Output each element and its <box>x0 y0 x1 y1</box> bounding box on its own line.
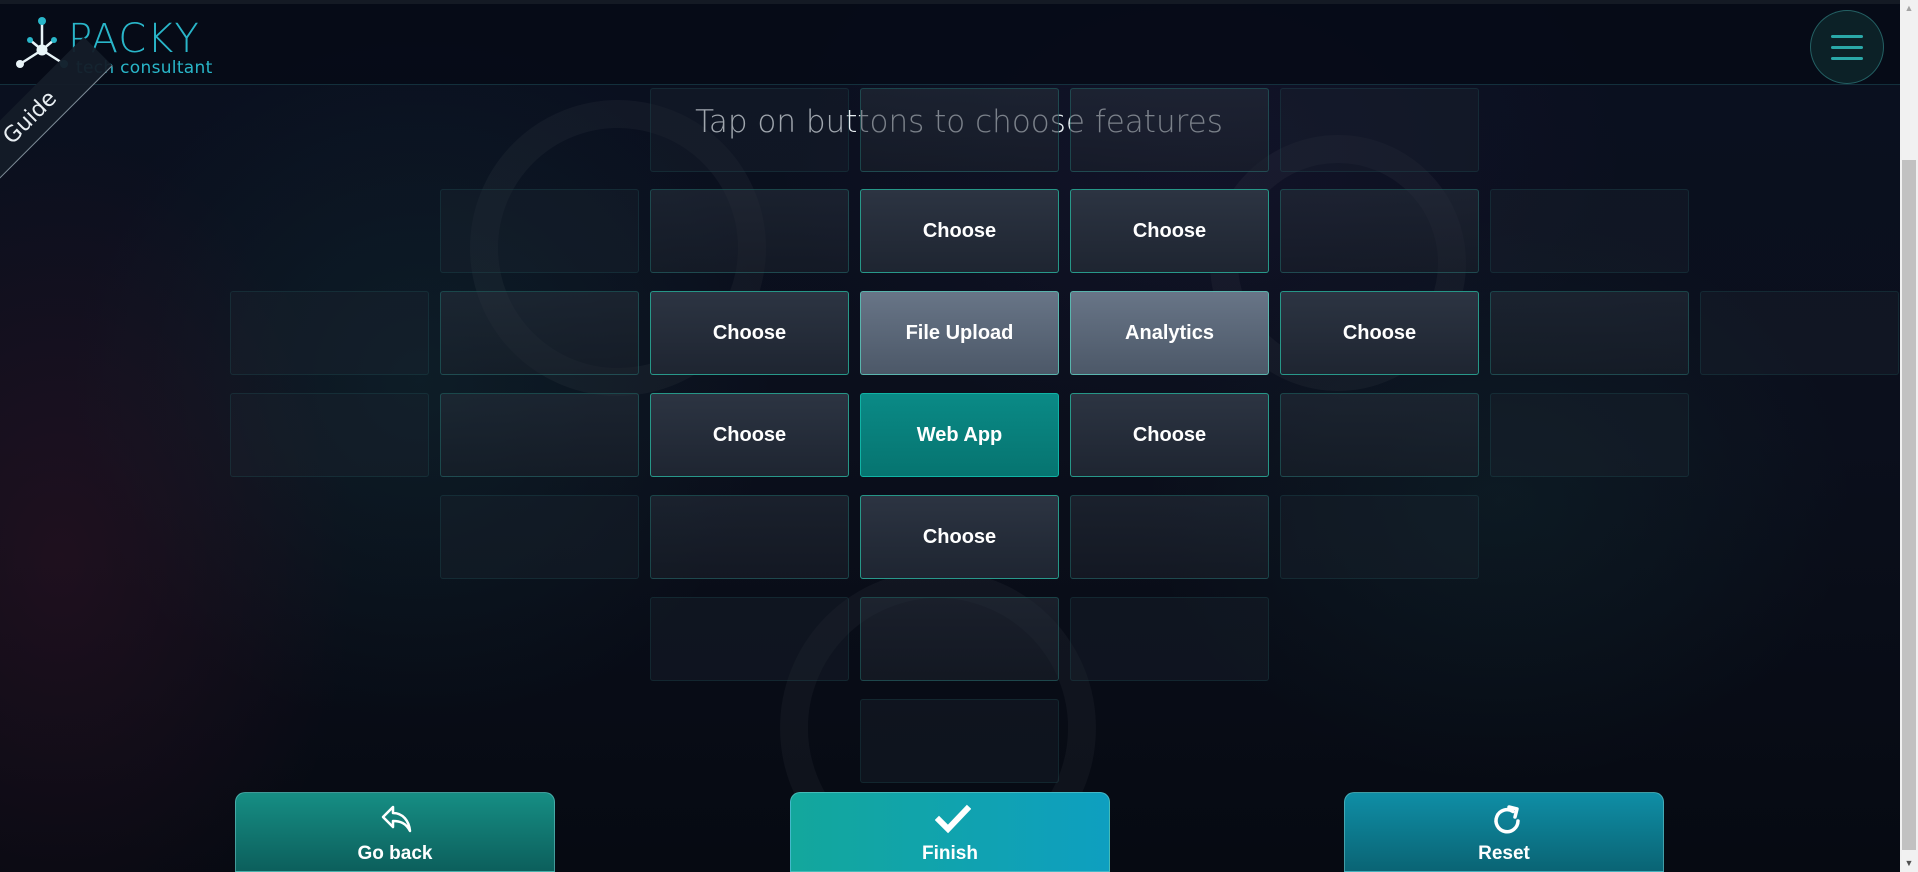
feature-choose-button[interactable]: Choose <box>650 393 849 477</box>
reply-arrow-icon <box>381 805 412 833</box>
feature-choose-button[interactable]: Choose <box>860 495 1059 579</box>
feature-cell[interactable] <box>1490 189 1689 273</box>
feature-cell[interactable] <box>650 189 849 273</box>
checkmark-icon <box>935 804 971 834</box>
reset-button[interactable]: Reset <box>1344 792 1664 872</box>
app-stage: PACKY tech consultant Guide Tap on butto… <box>0 0 1918 872</box>
go-back-label: Go back <box>357 843 433 864</box>
feature-analytics[interactable]: Analytics <box>1070 291 1269 375</box>
feature-choose-button[interactable]: Choose <box>650 291 849 375</box>
top-navbar: PACKY tech consultant <box>0 4 1900 85</box>
brand-logo[interactable]: PACKY tech consultant <box>12 14 222 78</box>
feature-file-upload[interactable]: File Upload <box>860 291 1059 375</box>
scrollbar-thumb[interactable] <box>1902 160 1916 850</box>
feature-cell[interactable] <box>860 597 1059 681</box>
feature-cell[interactable] <box>1280 495 1479 579</box>
feature-choose-button[interactable]: Choose <box>1280 291 1479 375</box>
feature-cell[interactable] <box>1490 291 1689 375</box>
feature-cell[interactable] <box>1280 88 1479 172</box>
finish-label: Finish <box>922 843 978 864</box>
feature-cell[interactable] <box>230 393 429 477</box>
feature-choose-button[interactable]: Choose <box>860 189 1059 273</box>
feature-cell[interactable] <box>440 291 639 375</box>
feature-cell[interactable] <box>1280 393 1479 477</box>
feature-cell[interactable] <box>860 699 1059 783</box>
feature-cell[interactable] <box>1490 393 1689 477</box>
scroll-down-arrow-icon[interactable]: ▼ <box>1900 855 1918 872</box>
feature-cell[interactable] <box>440 495 639 579</box>
feature-cell[interactable] <box>860 88 1059 172</box>
feature-cell[interactable] <box>440 189 639 273</box>
reset-label: Reset <box>1478 843 1530 864</box>
feature-cell[interactable] <box>230 291 429 375</box>
feature-web-app[interactable]: Web App <box>860 393 1059 477</box>
hamburger-menu-icon <box>1831 35 1863 38</box>
feature-cell[interactable] <box>650 495 849 579</box>
feature-cell[interactable] <box>440 393 639 477</box>
feature-choose-button[interactable]: Choose <box>1070 189 1269 273</box>
refresh-icon <box>1494 805 1520 834</box>
scroll-up-arrow-icon[interactable]: ▲ <box>1900 0 1918 17</box>
page-scrollbar[interactable]: ▲ ▼ <box>1900 0 1918 872</box>
feature-cell[interactable] <box>1280 189 1479 273</box>
menu-button[interactable] <box>1810 10 1884 84</box>
hamburger-menu-icon <box>1831 57 1863 60</box>
hamburger-menu-icon <box>1831 46 1863 49</box>
feature-cell[interactable] <box>1700 291 1899 375</box>
feature-cell[interactable] <box>650 88 849 172</box>
feature-cell[interactable] <box>1070 88 1269 172</box>
feature-cell[interactable] <box>1070 495 1269 579</box>
feature-cell[interactable] <box>1070 597 1269 681</box>
go-back-button[interactable]: Go back <box>235 792 555 872</box>
finish-button[interactable]: Finish <box>790 792 1110 872</box>
feature-cell[interactable] <box>650 597 849 681</box>
feature-choose-button[interactable]: Choose <box>1070 393 1269 477</box>
